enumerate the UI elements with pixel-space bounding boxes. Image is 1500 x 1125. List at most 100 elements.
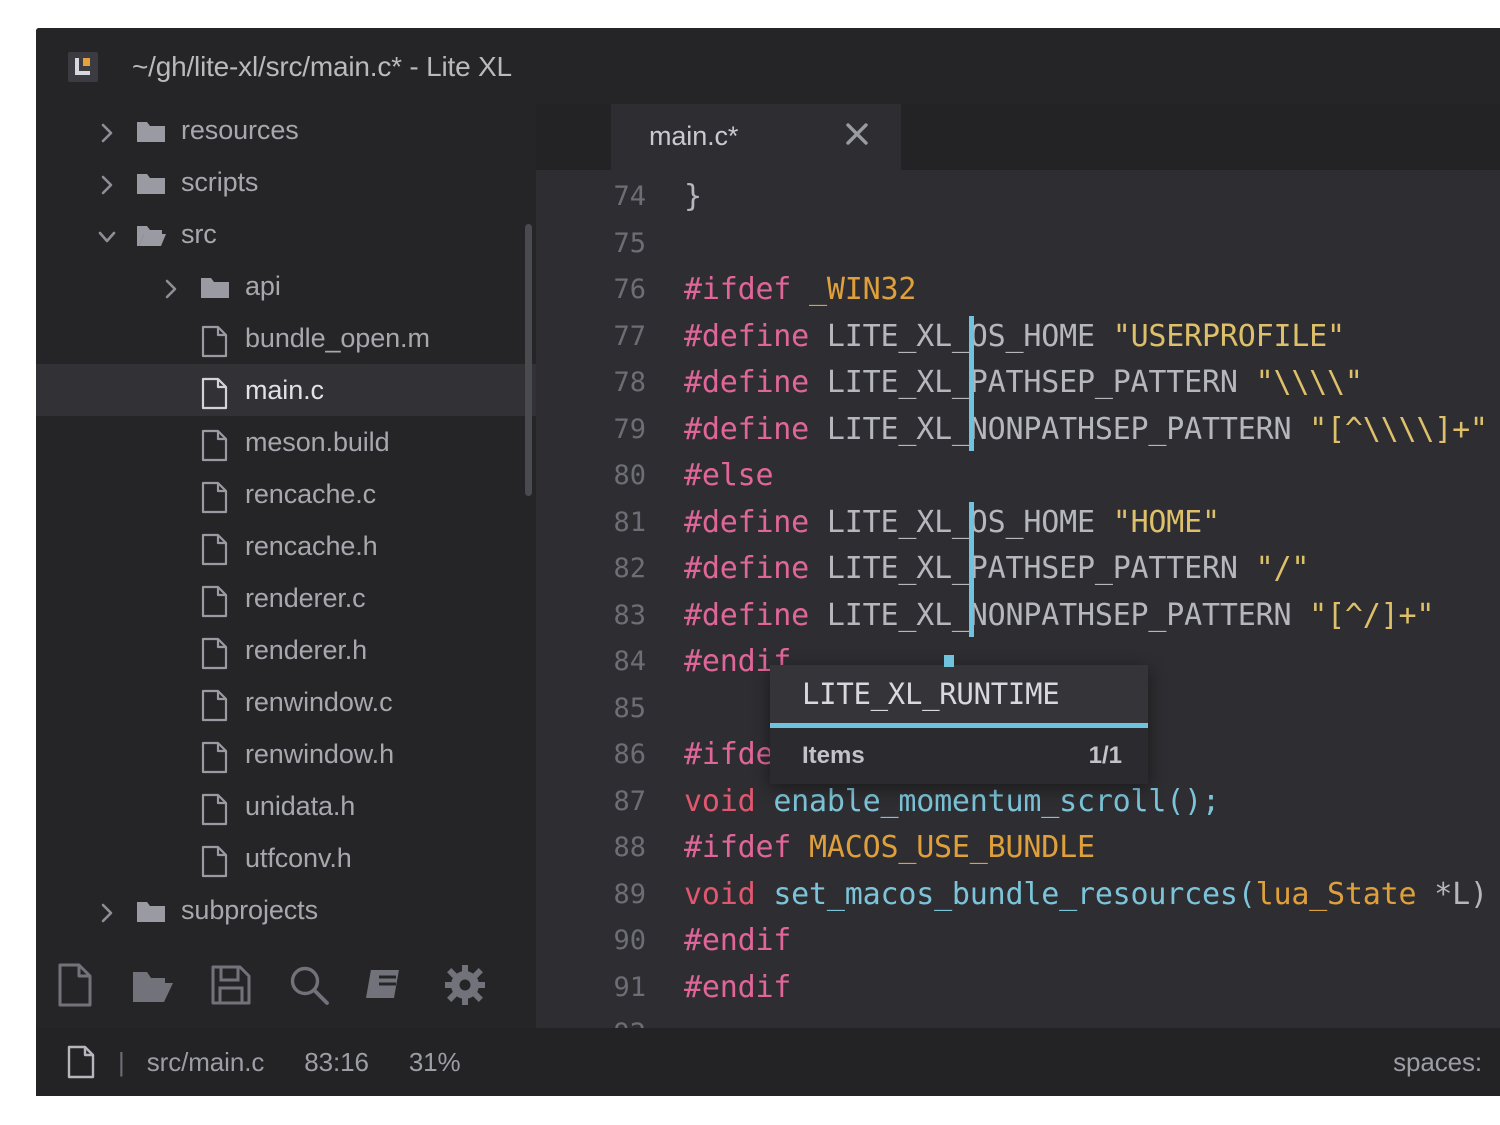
autocomplete-item[interactable]: LITE_XL_RUNTIME bbox=[770, 665, 1148, 723]
tree-item-renwindow-c[interactable]: renwindow.c bbox=[36, 676, 536, 728]
line-number: 89 bbox=[536, 872, 646, 919]
tree-item-meson-build[interactable]: meson.build bbox=[36, 416, 536, 468]
chevron-right-icon[interactable] bbox=[160, 277, 178, 295]
sidebar-toolbar bbox=[36, 942, 536, 1028]
tree-item-label: rencache.h bbox=[245, 531, 378, 562]
line-number: 85 bbox=[536, 686, 646, 733]
tree-item-renwindow-h[interactable]: renwindow.h bbox=[36, 728, 536, 780]
code-token: } bbox=[684, 179, 702, 214]
code-line-text[interactable]: #ifdef MACOS_USE_BUNDLE bbox=[684, 825, 1095, 872]
code-line-text[interactable]: #define LITE_XL_PATHSEP_PATTERN "\\\\" bbox=[684, 360, 1363, 407]
autocomplete-popup[interactable]: LITE_XL_RUNTIME Items 1/1 bbox=[770, 665, 1148, 784]
code-line-text[interactable]: void set_macos_bundle_resources(lua_Stat… bbox=[684, 872, 1488, 919]
code-token: #ifdef bbox=[684, 830, 809, 865]
line-number: 74 bbox=[536, 174, 646, 221]
tree-item-bundle-open-m[interactable]: bundle_open.m bbox=[36, 312, 536, 364]
new-file-icon[interactable] bbox=[36, 942, 114, 1028]
lite-xl-window: ~/gh/lite-xl/src/main.c* - Lite XL resou… bbox=[36, 28, 1500, 1096]
tree-item-utfconv-h[interactable]: utfconv.h bbox=[36, 832, 536, 884]
tree-item-api[interactable]: api bbox=[36, 260, 536, 312]
code-line-text[interactable]: #endif bbox=[684, 965, 791, 1012]
line-number: 75 bbox=[536, 221, 646, 268]
editor-pane: main.c* 74} 7576 #ifdef _WIN32 77 #define LI… bbox=[536, 104, 1500, 1028]
code-line-text[interactable]: #define LITE_XL_NONPATHSEP_PATTERN "[^/]… bbox=[684, 593, 1434, 640]
tree-item-label: rencache.c bbox=[245, 479, 376, 510]
open-folder-icon[interactable] bbox=[114, 942, 192, 1028]
tree-item-scripts[interactable]: scripts bbox=[36, 156, 536, 208]
tree-item-rencache-h[interactable]: rencache.h bbox=[36, 520, 536, 572]
file-tree-sidebar[interactable]: resources scripts src apibundle_open.mmain.… bbox=[36, 104, 536, 1028]
tab-main-c[interactable]: main.c* bbox=[611, 104, 901, 170]
chevron-down-icon[interactable] bbox=[96, 225, 114, 243]
code-line: 89 void set_macos_bundle_resources(lua_St… bbox=[536, 872, 1500, 919]
tree-item-resources[interactable]: resources bbox=[36, 104, 536, 156]
text-caret bbox=[969, 316, 974, 452]
code-line-text[interactable]: } bbox=[684, 174, 702, 221]
status-separator: | bbox=[118, 1047, 125, 1078]
tree-item-unidata-h[interactable]: unidata.h bbox=[36, 780, 536, 832]
status-cursor-position[interactable]: 83:16 bbox=[304, 1047, 369, 1078]
code-line-text[interactable]: void enable_momentum_scroll(); bbox=[684, 779, 1220, 826]
code-line: 90#endif bbox=[536, 918, 1500, 965]
code-token: "/" bbox=[1256, 551, 1310, 586]
code-token: LITE_XL_NONPATHSEP_PATTERN bbox=[827, 412, 1309, 447]
tree-item-rencache-c[interactable]: rencache.c bbox=[36, 468, 536, 520]
line-number: 84 bbox=[536, 639, 646, 686]
file-icon bbox=[200, 637, 230, 663]
code-line: 88 #ifdef MACOS_USE_BUNDLE bbox=[536, 825, 1500, 872]
tree-item-label: utfconv.h bbox=[245, 843, 352, 874]
code-line-text[interactable]: #define LITE_XL_OS_HOME "HOME" bbox=[684, 500, 1220, 547]
save-icon[interactable] bbox=[192, 942, 270, 1028]
code-token: #else bbox=[684, 458, 773, 493]
tree-item-renderer-c[interactable]: renderer.c bbox=[36, 572, 536, 624]
autocomplete-footer-count: 1/1 bbox=[1089, 742, 1122, 770]
line-number: 77 bbox=[536, 314, 646, 361]
autocomplete-item-label: LITE_XL_RUNTIME bbox=[802, 677, 1059, 711]
code-line-text[interactable]: #endif bbox=[684, 918, 791, 965]
code-line: 81#define LITE_XL_OS_HOME "HOME" bbox=[536, 500, 1500, 547]
book-icon[interactable] bbox=[348, 942, 426, 1028]
code-token: #define bbox=[684, 598, 827, 633]
code-token: #ifdef bbox=[684, 272, 809, 307]
tree-item-label: resources bbox=[181, 115, 299, 146]
code-line-text[interactable]: #ifdef _WIN32 bbox=[684, 267, 916, 314]
line-number: 88 bbox=[536, 825, 646, 872]
tree-item-main-c[interactable]: main.c bbox=[36, 364, 536, 416]
tab-label: main.c* bbox=[649, 121, 738, 152]
lite-xl-logo-icon bbox=[68, 52, 98, 82]
search-icon[interactable] bbox=[270, 942, 348, 1028]
code-line: 75 bbox=[536, 221, 1500, 268]
code-editor[interactable]: 74} 7576 #ifdef _WIN32 77 #define LITE_XL_OS… bbox=[536, 170, 1500, 1028]
line-number: 76 bbox=[536, 267, 646, 314]
code-line: 91#endif bbox=[536, 965, 1500, 1012]
gear-icon[interactable] bbox=[426, 942, 504, 1028]
line-number: 78 bbox=[536, 360, 646, 407]
code-token: "\\\\" bbox=[1256, 365, 1363, 400]
tree-item-subprojects[interactable]: subprojects bbox=[36, 884, 536, 936]
tree-item-renderer-h[interactable]: renderer.h bbox=[36, 624, 536, 676]
chevron-right-icon[interactable] bbox=[96, 901, 114, 919]
tree-item-label: renderer.c bbox=[245, 583, 366, 614]
code-token: "[^/]+" bbox=[1309, 598, 1434, 633]
code-token: #endif bbox=[684, 923, 791, 958]
file-icon bbox=[200, 845, 230, 871]
code-token: enable_momentum_scroll bbox=[773, 784, 1166, 819]
file-icon bbox=[200, 377, 230, 403]
chevron-right-icon[interactable] bbox=[96, 173, 114, 191]
code-line-text[interactable]: #define LITE_XL_NONPATHSEP_PATTERN "[^\\… bbox=[684, 407, 1488, 454]
sidebar-scrollbar[interactable] bbox=[525, 224, 532, 496]
code-line-text[interactable]: #define LITE_XL_PATHSEP_PATTERN "/" bbox=[684, 546, 1309, 593]
code-line-text[interactable]: #define LITE_XL_OS_HOME "USERPROFILE" bbox=[684, 314, 1345, 361]
close-icon[interactable] bbox=[843, 120, 871, 148]
tree-item-label: scripts bbox=[181, 167, 258, 198]
file-icon bbox=[200, 481, 230, 507]
tree-item-src[interactable]: src bbox=[36, 208, 536, 260]
folder-closed-icon bbox=[136, 117, 166, 143]
tree-item-label: src bbox=[181, 219, 217, 250]
folder-closed-icon bbox=[136, 169, 166, 195]
chevron-right-icon[interactable] bbox=[96, 121, 114, 139]
code-line-text[interactable]: #else bbox=[684, 453, 773, 500]
status-indent-mode[interactable]: spaces: bbox=[1393, 1047, 1482, 1078]
status-path[interactable]: src/main.c bbox=[147, 1047, 264, 1078]
file-icon bbox=[200, 325, 230, 351]
